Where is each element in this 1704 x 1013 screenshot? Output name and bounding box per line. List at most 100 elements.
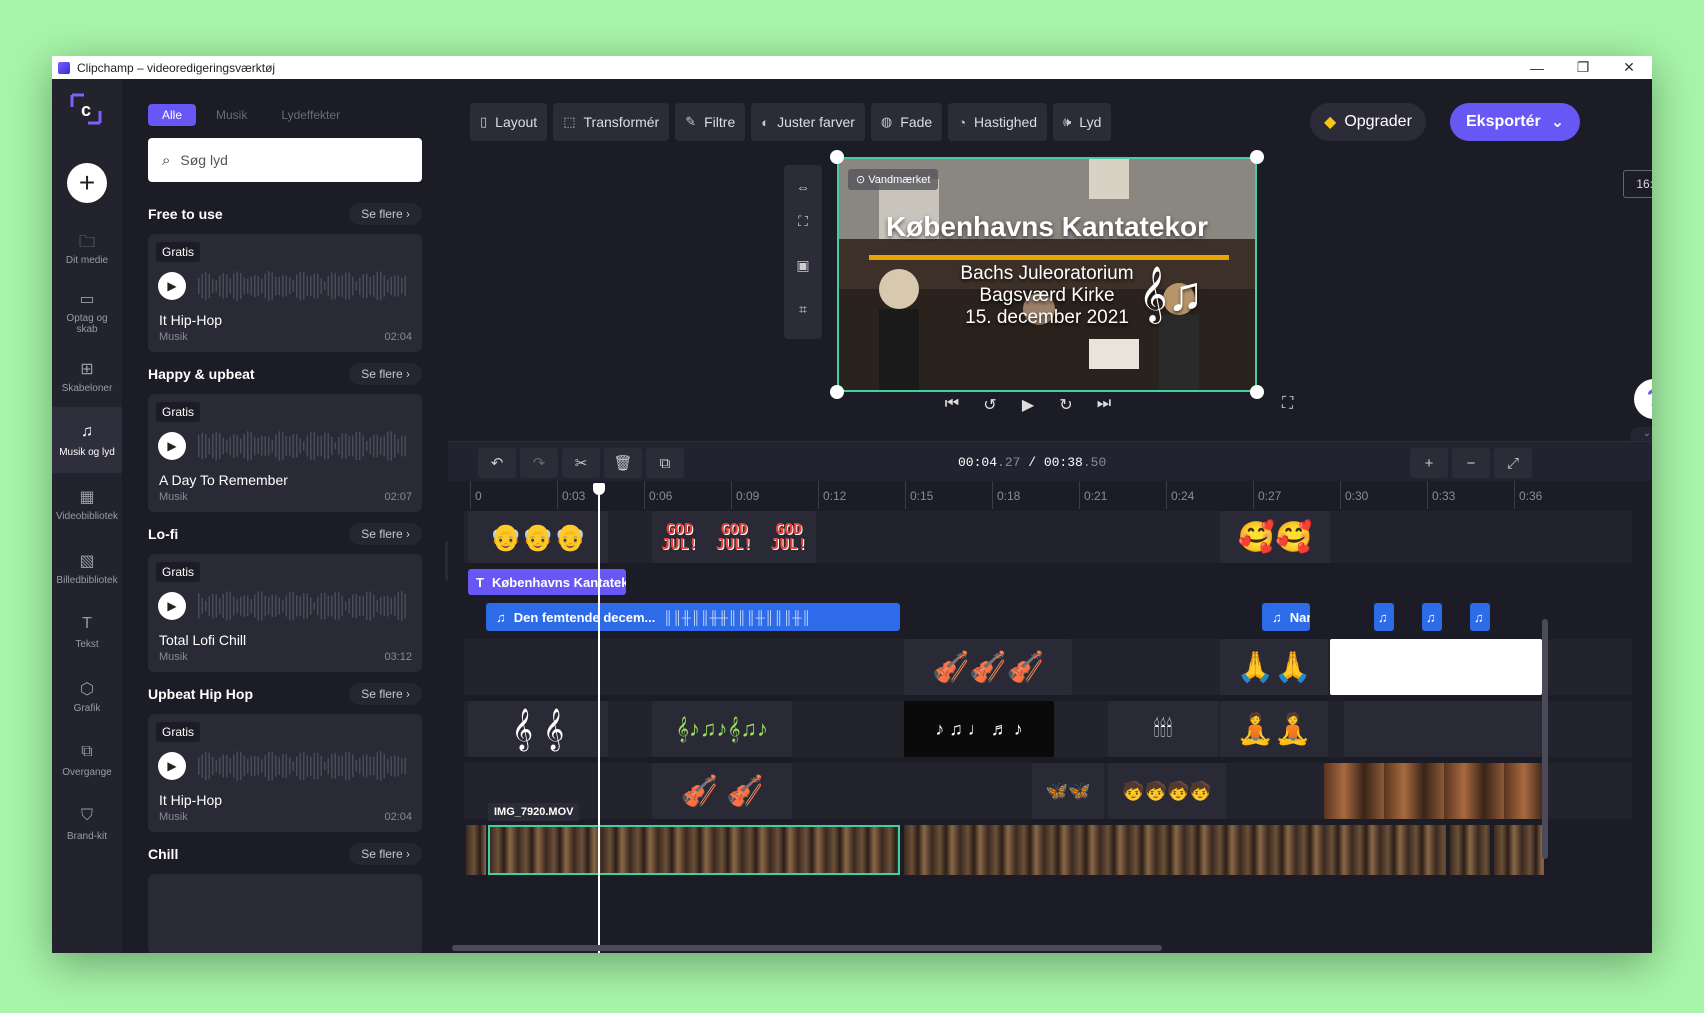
fill-icon[interactable]: ⛶ [793,211,813,231]
see-more-button[interactable]: Se flere › [349,363,422,385]
filters-button[interactable]: ✎ Filtre [675,103,746,141]
chevron-down-icon[interactable]: ⌄ [1630,427,1652,441]
layout-button[interactable]: ▯ Layout [470,103,548,141]
music-notes-sticker[interactable]: 𝄞♪♫♪𝄞♫♪ [652,701,792,757]
play-icon[interactable]: ▶ [1018,395,1038,415]
praying-hands-sticker[interactable]: 🙏🙏 [1220,639,1328,695]
restore-button[interactable]: ❐ [1560,56,1606,79]
nav-item-videobibliotek[interactable]: ▦ Videobibliotek [52,471,122,537]
treble-clef-sticker[interactable]: 𝄞 𝄞 [468,701,608,757]
candles-sticker[interactable]: 🕯🕯🕯 [1108,701,1218,757]
nav-item-billedbibliotek[interactable]: ▧ Billedbibliotek [52,535,122,601]
fullscreen-icon[interactable]: ⛶ [1282,395,1293,413]
violin-sticker[interactable]: 🎻 🎻 [652,763,792,819]
bach-portrait-sticker[interactable]: 👴👴👴 [468,511,608,563]
adjust-colors-button[interactable]: ◐ Juster farver [751,103,865,141]
nav-item-grafik[interactable]: ⬡ Grafik [52,663,122,729]
zoom-out-icon[interactable]: − [1452,448,1490,478]
tab-musik[interactable]: Musik [202,104,261,126]
search-box[interactable]: ⌕ [148,138,422,182]
text-clip[interactable]: TKøbenhavns Kantatekor [468,569,626,595]
close-button[interactable]: ✕ [1606,56,1652,79]
zoom-in-icon[interactable]: + [1410,448,1448,478]
play-icon[interactable]: ▶ [158,272,186,300]
aspect-ratio-button[interactable]: 16:9 [1623,170,1652,198]
audio-card[interactable]: Gratis ▶ It Hip-Hop Musik 02:04 [148,234,422,352]
nav-item-overgange[interactable]: ⧉ Overgange [52,727,122,793]
tab-lydeffekter[interactable]: Lydeffekter [267,104,354,126]
god-jul-sticker[interactable]: GOD JUL! GOD JUL! GOD JUL! [652,511,816,563]
video-clip-start[interactable] [466,825,486,875]
audio-button[interactable]: 🕪 Lyd [1053,103,1112,141]
children-sticker[interactable]: 🧒🧒🧒🧒 [1108,763,1226,819]
audio-card[interactable]: Gratis ▶ It Hip-Hop Musik 02:04 [148,714,422,832]
play-icon[interactable]: ▶ [158,432,186,460]
video-clip[interactable] [904,825,1446,875]
video-clip[interactable] [1450,825,1490,875]
see-more-button[interactable]: Se flere › [349,203,422,225]
audio-clip-2[interactable]: ♫ Nar [1262,603,1310,631]
skip-forward-icon[interactable]: ⏭ [1094,395,1114,415]
audio-clip-5[interactable]: ♫ [1470,603,1490,631]
picture-in-picture-icon[interactable]: ▣ [793,255,813,275]
duplicate-icon[interactable]: ⧉ [646,448,684,478]
forward-5-icon[interactable]: ↻ [1056,395,1076,415]
audio-clip-3[interactable]: ♫ [1374,603,1394,631]
nav-item-musik-og-lyd[interactable]: ♫ Musik og lyd [52,407,122,473]
undo-icon[interactable]: ↶ [478,448,516,478]
resize-handle[interactable] [830,385,844,399]
video-clip-selected[interactable] [488,825,900,875]
help-button[interactable]: ? [1634,379,1652,419]
fit-icon[interactable]: ⇔ [793,177,813,197]
fit-timeline-icon[interactable]: ⤢ [1494,448,1532,478]
video-clip[interactable] [1494,825,1544,875]
split-scissors-icon[interactable]: ✂ [562,448,600,478]
painting-clip[interactable] [1324,763,1544,819]
resize-handle[interactable] [1250,150,1264,164]
rewind-5-icon[interactable]: ↺ [980,395,1000,415]
export-button[interactable]: Eksportér ⌄ [1450,103,1581,141]
nav-item-brand-kit[interactable]: ⛉ Brand-kit [52,791,122,857]
crop-icon[interactable]: ⌗ [793,299,813,319]
clipchamp-logo-icon[interactable]: c [68,91,104,127]
audio-clip[interactable]: ♫ Den femtende decem... ║║╫║║╫╫║║║╫║║║╫║ [486,603,900,631]
upgrade-button[interactable]: ◆ Opgrader [1310,103,1426,141]
audio-card[interactable]: Gratis ▶ Total Lofi Chill Musik 03:12 [148,554,422,672]
timeline-horizontal-scrollbar[interactable] [452,945,1162,951]
play-icon[interactable]: ▶ [158,752,186,780]
sheet-music-sticker[interactable]: ♪ ♫ ♩ ♬ ♪ [904,701,1054,757]
redo-icon[interactable]: ↷ [520,448,558,478]
resize-handle[interactable] [830,150,844,164]
audio-card[interactable] [148,874,422,953]
white-clip[interactable] [1330,639,1542,695]
playhead[interactable] [598,485,600,953]
violinist-sticker[interactable]: 🎻🎻🎻 [904,639,1072,695]
nav-item-tekst[interactable]: T Tekst [52,599,122,665]
see-more-button[interactable]: Se flere › [349,683,422,705]
speed-button[interactable]: ◔ Hastighed [948,103,1048,141]
video-preview[interactable]: ⊙ Vandmærket Københavns Kantatekor Bachs… [837,157,1257,392]
smiling-hearts-sticker[interactable]: 🥰🥰 [1220,511,1330,563]
search-input[interactable] [180,152,381,168]
nav-item-skabeloner[interactable]: ⊞ Skabeloner [52,343,122,409]
timeline-ruler[interactable]: 0 0:03 0:06 0:09 0:12 0:15 0:18 0:21 0:2… [448,481,1652,509]
skip-back-icon[interactable]: ⏮ [942,395,962,415]
play-icon[interactable]: ▶ [158,592,186,620]
see-more-button[interactable]: Se flere › [349,843,422,865]
see-more-button[interactable]: Se flere › [349,523,422,545]
nav-item-dit-medie[interactable]: 🗀 Dit medie [52,215,122,281]
transform-button[interactable]: ⬚ Transformér [553,103,670,141]
tab-alle[interactable]: Alle [148,104,197,126]
fade-button[interactable]: ◍ Fade [870,103,943,141]
delete-trash-icon[interactable]: 🗑 [604,448,642,478]
resize-handle[interactable] [1250,385,1264,399]
playhead-handle[interactable] [593,483,605,495]
timeline-vertical-scrollbar[interactable] [1542,619,1548,859]
monk-sticker[interactable]: 🧘🧘 [1220,701,1328,757]
audio-card[interactable]: Gratis ▶ A Day To Remember Musik 02:07 [148,394,422,512]
audio-clip-4[interactable]: ♫ [1422,603,1442,631]
butterflies-sticker[interactable]: 🦋🦋 [1032,763,1104,819]
minimize-button[interactable]: — [1514,56,1560,79]
add-media-button[interactable]: + [67,163,107,203]
nav-item-optag-og-skab[interactable]: ▭ Optag og skab [52,279,122,345]
